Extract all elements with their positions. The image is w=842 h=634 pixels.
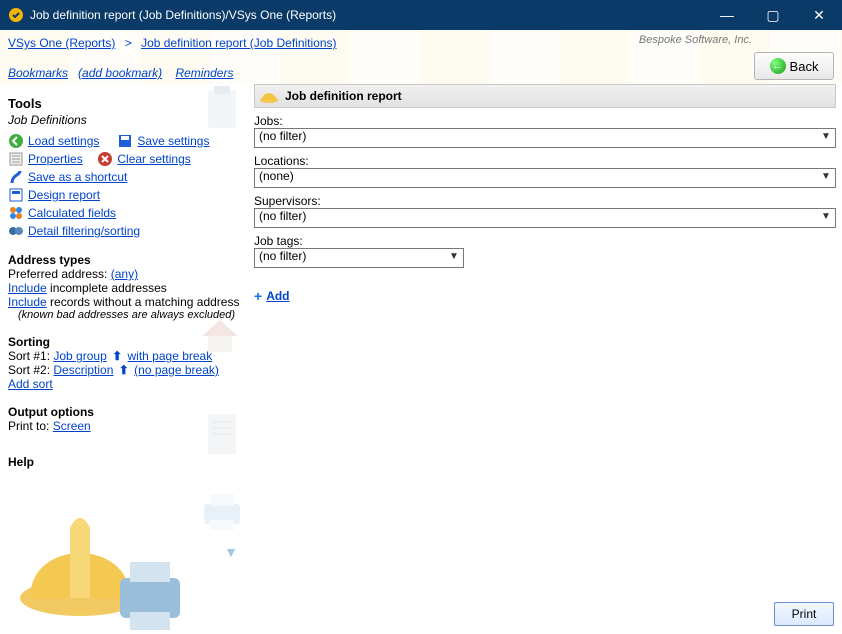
sort1-label: Sort #1: [8,349,50,363]
tools-heading: Tools [8,96,240,111]
jobs-label: Jobs: [254,114,836,128]
reminders-link[interactable]: Reminders [175,66,233,80]
breadcrumb-sep: > [119,36,138,50]
tools-subtitle: Job Definitions [8,113,240,127]
sorting-heading: Sorting [8,335,240,349]
sort2-label: Sort #2: [8,363,50,377]
breadcrumb-leaf[interactable]: Job definition report (Job Definitions) [141,36,336,50]
add-bookmark-link[interactable]: (add bookmark) [78,66,162,80]
add-label: Add [266,289,289,303]
sort2-arrow-icon[interactable]: ⬆ [117,363,131,377]
panel-title-icon [259,86,279,106]
shortcut-icon [8,169,24,185]
print-to-value[interactable]: Screen [53,419,91,433]
brand-label: Bespoke Software, Inc. [639,34,752,46]
supervisors-value: (no filter) [259,209,306,223]
bookmarks-link[interactable]: Bookmarks [8,66,68,80]
header: VSys One (Reports) > Job definition repo… [0,30,842,84]
design-icon [8,187,24,203]
address-heading: Address types [8,253,240,267]
pref-addr-label: Preferred address: [8,267,107,281]
include-incomplete-rest: incomplete addresses [50,281,167,295]
back-button[interactable]: ← Back [754,52,834,80]
supervisors-label: Supervisors: [254,194,836,208]
close-button[interactable]: ✕ [796,0,842,30]
clear-settings-link[interactable]: Clear settings [117,152,190,166]
main-panel: Job definition report Jobs: (no filter) … [248,84,842,634]
locations-value: (none) [259,169,294,183]
help-heading: Help [8,455,240,469]
panel-title-bar: Job definition report [254,84,836,108]
save-icon [117,133,133,149]
print-label: Print [792,607,817,621]
clear-icon [97,151,113,167]
properties-link[interactable]: Properties [28,152,83,166]
sort2-break[interactable]: (no page break) [134,363,219,377]
nav-links: Bookmarks (add bookmark) Reminders [8,66,233,80]
add-button[interactable]: + Add [254,288,836,304]
pref-addr-value[interactable]: (any) [111,267,138,281]
include-nomatch-link[interactable]: Include [8,295,47,309]
back-label: Back [790,59,819,74]
calc-icon [8,205,24,221]
app-icon [8,7,24,23]
jobs-value: (no filter) [259,129,306,143]
help-expand-icon[interactable]: ▼ [224,544,238,560]
sort2-field[interactable]: Description [53,363,113,377]
breadcrumb: VSys One (Reports) > Job definition repo… [8,36,337,50]
include-incomplete-link[interactable]: Include [8,281,47,295]
helmet-printer-illustration [10,498,190,634]
filter-icon [8,223,24,239]
save-settings-link[interactable]: Save settings [137,134,209,148]
panel-title: Job definition report [285,89,402,103]
jobtags-label: Job tags: [254,234,836,248]
supervisors-combo[interactable]: (no filter) ▼ [254,208,836,228]
jobs-combo[interactable]: (no filter) ▼ [254,128,836,148]
sort1-field[interactable]: Job group [53,349,106,363]
add-sort-link[interactable]: Add sort [8,377,53,391]
back-icon: ← [770,58,786,74]
dropdown-arrow-icon: ▼ [819,211,833,225]
design-report-link[interactable]: Design report [28,188,100,202]
addr-note: (known bad addresses are always excluded… [18,309,240,321]
maximize-button[interactable]: ▢ [750,0,796,30]
print-button[interactable]: Print [774,602,834,626]
locations-label: Locations: [254,154,836,168]
dropdown-arrow-icon: ▼ [819,171,833,185]
breadcrumb-root[interactable]: VSys One (Reports) [8,36,115,50]
detail-filter-link[interactable]: Detail filtering/sorting [28,224,140,238]
properties-icon [8,151,24,167]
include-nomatch-rest: records without a matching address [50,295,239,309]
load-icon [8,133,24,149]
calculated-fields-link[interactable]: Calculated fields [28,206,116,220]
jobtags-value: (no filter) [259,249,306,263]
dropdown-arrow-icon: ▼ [819,131,833,145]
jobtags-combo[interactable]: (no filter) ▼ [254,248,464,268]
output-heading: Output options [8,405,240,419]
minimize-button[interactable]: — [704,0,750,30]
load-settings-link[interactable]: Load settings [28,134,99,148]
plus-icon: + [254,288,262,304]
save-shortcut-link[interactable]: Save as a shortcut [28,170,127,184]
window-title: Job definition report (Job Definitions)/… [30,8,336,22]
printer-icon [198,490,246,534]
title-bar: Job definition report (Job Definitions)/… [0,0,842,30]
sidebar: Tools Job Definitions Load settings Save… [0,84,248,634]
dropdown-arrow-icon: ▼ [447,251,461,265]
print-to-label: Print to: [8,419,49,433]
sort1-break[interactable]: with page break [128,349,213,363]
locations-combo[interactable]: (none) ▼ [254,168,836,188]
sort1-arrow-icon[interactable]: ⬆ [110,349,124,363]
